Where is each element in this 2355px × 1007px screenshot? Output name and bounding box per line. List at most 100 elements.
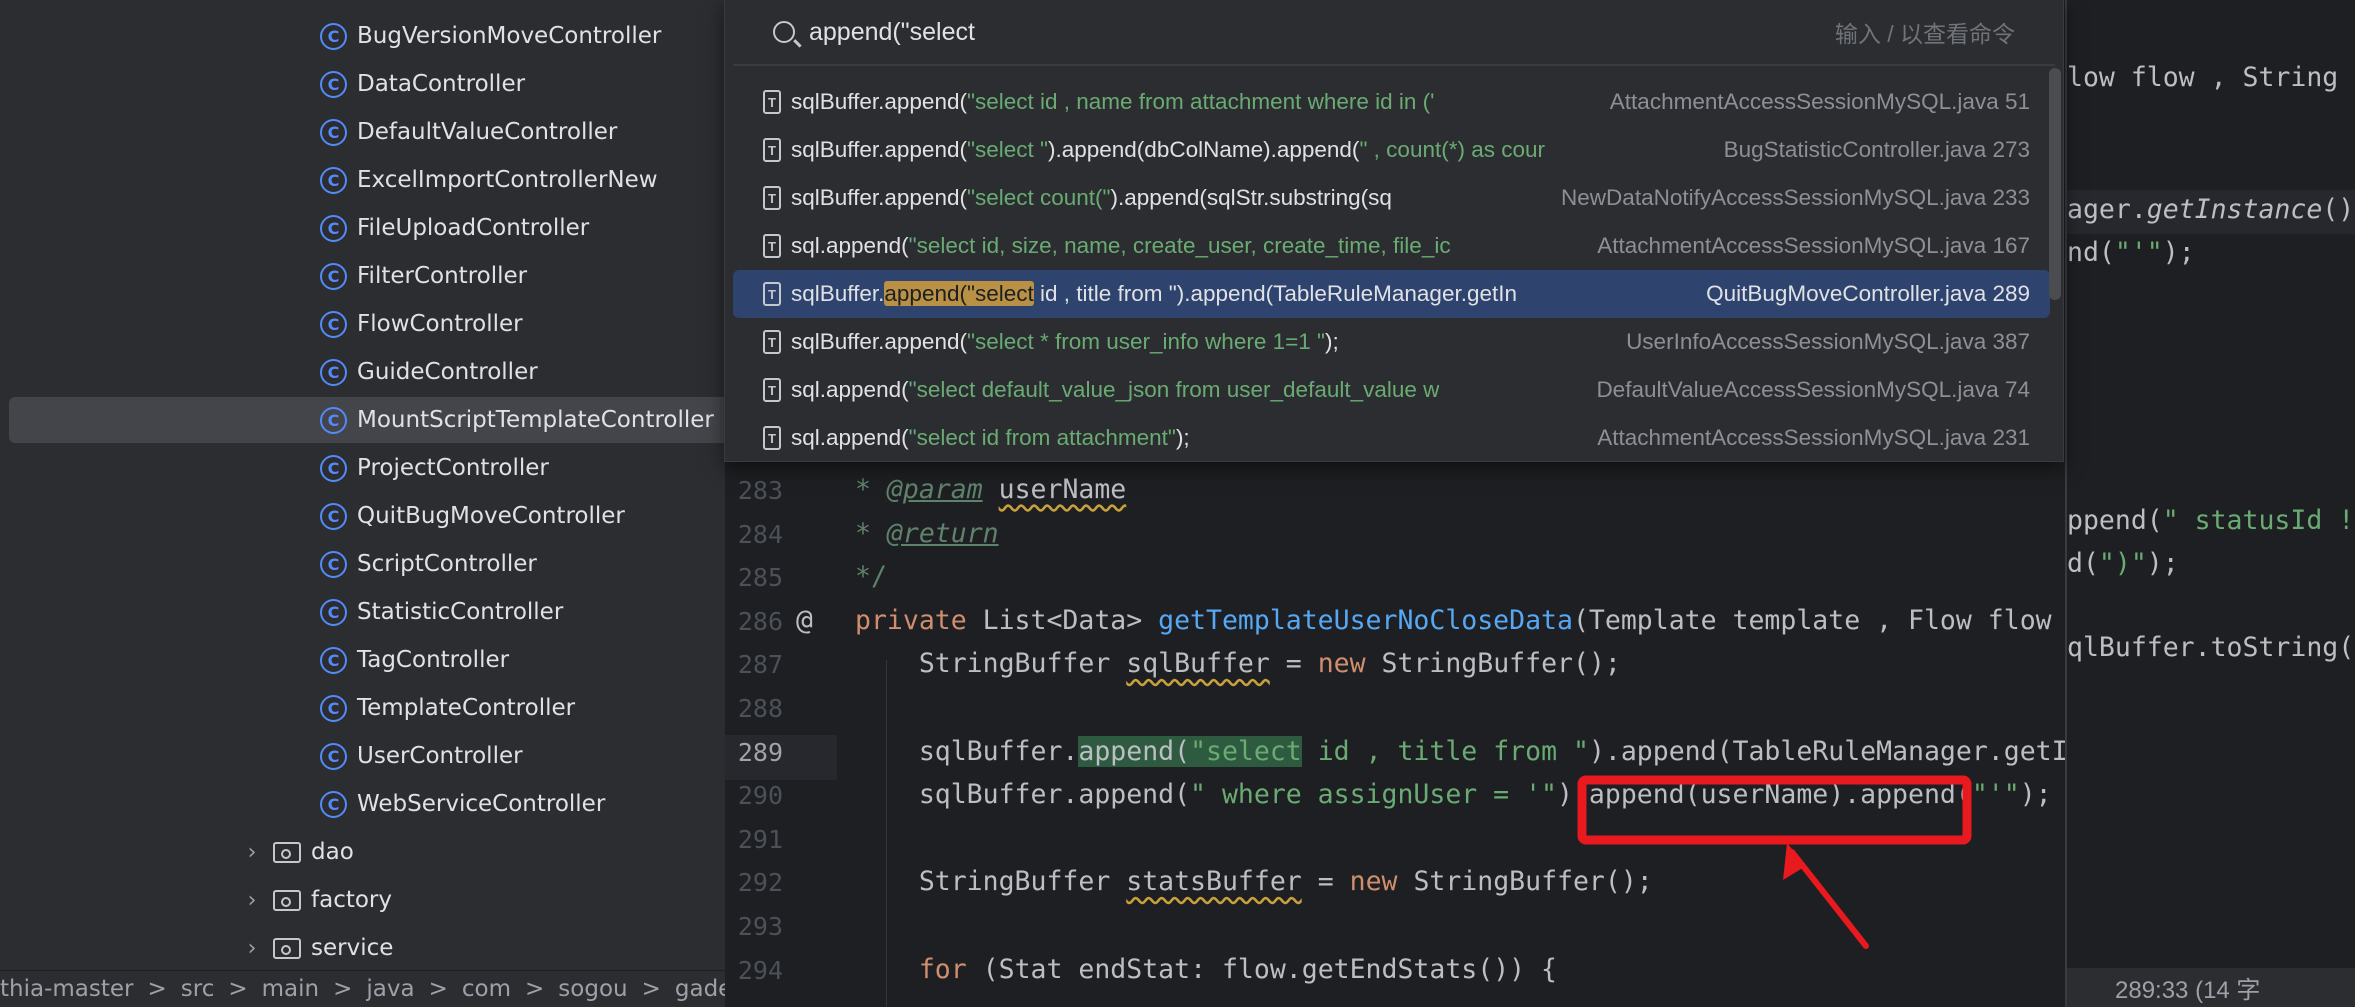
tree-item-flowcontroller[interactable]: C FlowController (0, 301, 725, 347)
code-line[interactable]: sqlBuffer.append("select id , title from… (855, 735, 2065, 767)
class-icon: C (320, 454, 347, 482)
class-icon: C (320, 598, 347, 626)
chevron-right-icon[interactable]: › (231, 936, 273, 961)
search-icon[interactable] (773, 21, 795, 43)
tree-item-label: factory (311, 887, 392, 913)
code-token: ).append(userName).append( (1557, 779, 1972, 811)
search-bar: 输入 / 以查看命令 (733, 0, 2055, 66)
tree-item-filtercontroller[interactable]: C FilterController (0, 253, 725, 299)
project-tree[interactable]: C BugVersionMoveController C DataController… (0, 0, 725, 1007)
results-scrollbar[interactable] (2049, 68, 2061, 300)
tree-item-templatecontroller[interactable]: C TemplateController (0, 685, 725, 731)
result-file-location: AttachmentAccessSessionMySQL.java 167 (1597, 233, 2030, 258)
code-line[interactable]: * @return (855, 518, 999, 549)
tree-item-usercontroller[interactable]: C UserController (0, 733, 725, 779)
tree-item-label: TagController (357, 647, 510, 673)
split-editor[interactable]: low flow , String u ager.getInstance() nd(… (2065, 0, 2355, 1007)
breadcrumb-separator: > (428, 976, 448, 1002)
code-line[interactable]: ppend(" statusId != (2067, 505, 2355, 536)
search-results: TsqlBuffer.append("select id , name from… (725, 78, 2050, 462)
search-input[interactable] (809, 17, 1835, 47)
tree-item-scriptcontroller[interactable]: C ScriptController (0, 541, 725, 587)
class-icon: C (320, 646, 347, 674)
code-line[interactable]: qlBuffer.toString() (2067, 632, 2355, 663)
code-line[interactable]: for (Stat endStat: flow.getEndStats()) { (855, 954, 1557, 985)
breadcrumb-item[interactable]: com (462, 976, 511, 1002)
code-line[interactable]: */ (855, 561, 887, 592)
tree-item-label: WebServiceController (357, 791, 606, 817)
code-token: sqlBuffer.append( (791, 185, 967, 210)
code-line[interactable]: StringBuffer sqlBuffer = new StringBuffe… (855, 648, 1621, 679)
tree-item-webservicecontroller[interactable]: C WebServiceController (0, 781, 725, 827)
chevron-right-icon[interactable]: › (231, 840, 273, 865)
result-file-location: QuitBugMoveController.java 289 (1706, 281, 2030, 306)
override-icon[interactable]: @ (796, 603, 813, 636)
search-result-item[interactable]: TsqlBuffer.append("select ").append(dbCo… (733, 126, 2050, 174)
code-line[interactable]: private List<Data> getTemplateUserNoClos… (855, 605, 2052, 636)
cursor-position: 289:33 (14 字 (2115, 977, 2261, 1004)
code-line[interactable]: nd("'"); (2067, 237, 2195, 268)
tree-item-dao[interactable]: › dao (0, 829, 725, 875)
code-token: ).append(dbColName).append( (1047, 137, 1360, 162)
tree-item-fileuploadcontroller[interactable]: C FileUploadController (0, 205, 725, 251)
code-token: ).append(TableRuleManager.getI (1588, 735, 2065, 767)
search-result-item[interactable]: TsqlBuffer.append("select id , name from… (733, 78, 2050, 126)
tree-item-tagcontroller[interactable]: C TagController (0, 637, 725, 683)
tree-item-factory[interactable]: › factory (0, 877, 725, 923)
tree-item-service[interactable]: › service (0, 925, 725, 971)
breadcrumb-item[interactable]: gade (675, 976, 725, 1002)
tree-item-excelimportcontrollernew[interactable]: C ExcelImportControllerNew (0, 157, 725, 203)
search-result-item[interactable]: TsqlBuffer.append("select count(").appen… (733, 174, 2050, 222)
text-result-icon: T (763, 282, 781, 306)
tree-item-bugversionmovecontroller[interactable]: C BugVersionMoveController (0, 13, 725, 59)
search-result-item[interactable]: Tsql.append("select id, size, name, crea… (733, 222, 2050, 270)
tree-item-quitbugmovecontroller[interactable]: C QuitBugMoveController (0, 493, 725, 539)
status-cursor-position[interactable]: 289:33 (14 字 (2067, 968, 2355, 1007)
code-line[interactable]: sqlBuffer.append(" where assignUser = '"… (855, 779, 2052, 810)
code-line[interactable]: low flow , String u (2067, 62, 2355, 93)
search-result-item[interactable]: TsqlBuffer.append("select id , title fro… (733, 270, 2050, 318)
code-token: * (855, 517, 887, 549)
breadcrumb-item[interactable]: java (366, 976, 414, 1002)
chevron-right-icon[interactable]: › (231, 888, 273, 913)
code-token: ")" (2098, 548, 2147, 579)
code-token: new (1349, 866, 1414, 898)
code-line[interactable]: ager.getInstance() (2067, 194, 2354, 225)
search-result-item[interactable]: Tsql.append("select id from attachment")… (733, 414, 2050, 462)
breadcrumb-item[interactable]: main (262, 976, 319, 1002)
search-result-item[interactable]: TsqlBuffer.append("select * from user_in… (733, 318, 2050, 366)
code-token: "select * from user_info where 1=1 " (966, 329, 1325, 354)
code-token: append( (1078, 735, 1191, 767)
code-token: */ (855, 561, 887, 593)
code-token: = (1269, 648, 1318, 680)
tree-item-mountscripttemplatecontroller[interactable]: C MountScriptTemplateController (9, 397, 725, 443)
tree-item-label: FlowController (357, 311, 523, 337)
code-line[interactable]: StringBuffer statsBuffer = new StringBuf… (855, 866, 1653, 897)
class-icon: C (320, 742, 347, 770)
code-token: (Stat endStat: flow.getEndStats()) { (982, 953, 1558, 985)
code-token: StringBuffer(); (1381, 648, 1621, 680)
code-token: ppend( (2067, 505, 2163, 536)
tree-item-statisticcontroller[interactable]: C StatisticController (0, 589, 725, 635)
tree-item-datacontroller[interactable]: C DataController (0, 61, 725, 107)
result-file-location: AttachmentAccessSessionMySQL.java 231 (1597, 425, 2030, 450)
tree-item-defaultvaluecontroller[interactable]: C DefaultValueController (0, 109, 725, 155)
code-line[interactable]: d(")"); (2067, 548, 2179, 579)
tree-item-label: dao (311, 839, 354, 865)
breadcrumb-item[interactable]: thia-master (0, 976, 134, 1002)
search-result-item[interactable]: Tsql.append("select default_value_json f… (733, 366, 2050, 414)
result-code: sqlBuffer.append("select ").append(dbCol… (791, 137, 1545, 163)
code-token: sqlBuffer.append( (791, 137, 967, 162)
tree-item-guidecontroller[interactable]: C GuideController (0, 349, 725, 395)
breadcrumb-separator: > (525, 976, 545, 1002)
code-token: ager. (2067, 194, 2147, 225)
breadcrumb-item[interactable]: sogou (558, 976, 627, 1002)
tree-item-label: BugVersionMoveController (357, 23, 662, 49)
code-line[interactable]: * @param userName (855, 474, 1126, 505)
tree-item-projectcontroller[interactable]: C ProjectController (0, 445, 725, 491)
code-token: private (855, 604, 983, 636)
code-token: getInstance (2146, 194, 2323, 225)
tree-item-label: ProjectController (357, 455, 549, 481)
breadcrumb-item[interactable]: src (181, 976, 215, 1002)
code-token: "select " (966, 137, 1048, 162)
